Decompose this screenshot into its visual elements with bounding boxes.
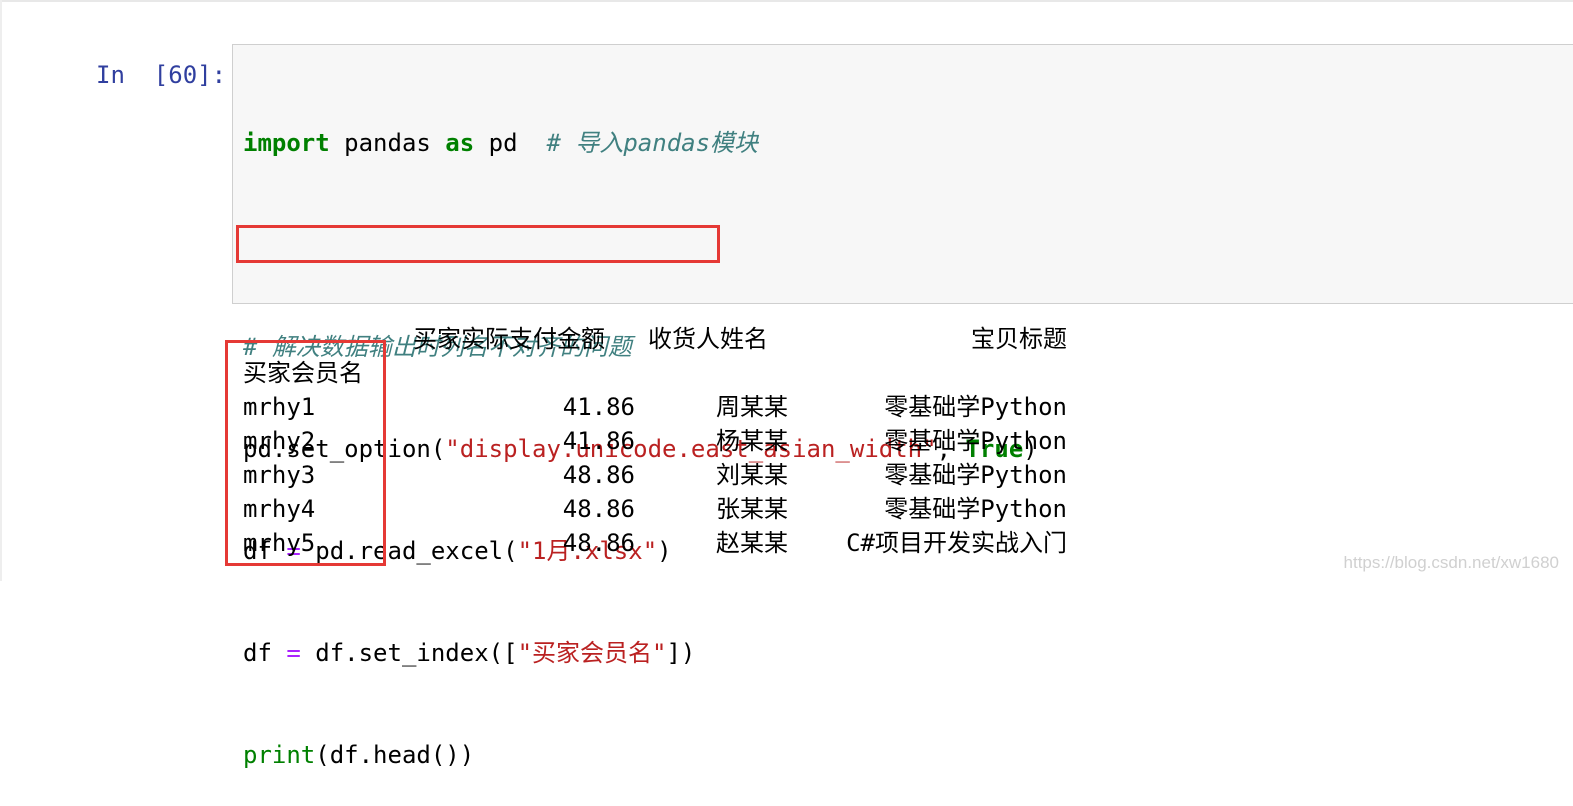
row-amount: 48.86 (413, 526, 635, 560)
head-call: (df.head()) (315, 741, 474, 769)
code-line-1: import pandas as pd # 导入pandas模块 (243, 126, 1038, 160)
df-var: df (243, 639, 286, 667)
page-top-border (0, 0, 1573, 2)
import-comment: # 导入pandas模块 (546, 129, 758, 157)
header-item-title: 宝贝标题 (803, 322, 1067, 356)
code-line-6: df = df.set_index(["买家会员名"]) (243, 636, 1038, 670)
close-bracket-paren: ]) (666, 639, 695, 667)
set-index-call: df.set_index([ (301, 639, 518, 667)
index-column-string: "买家会员名" (518, 639, 667, 667)
print-builtin: print (243, 741, 315, 769)
row-item-title: C#项目开发实战入门 (803, 526, 1067, 560)
page-left-border (0, 0, 2, 581)
set-index-highlight-box (236, 225, 720, 263)
row-amount: 41.86 (413, 390, 635, 424)
module-alias: pd (474, 129, 546, 157)
row-receiver-name: 刘某某 (648, 458, 788, 492)
row-receiver-name: 张某某 (648, 492, 788, 526)
row-receiver-name: 赵某某 (648, 526, 788, 560)
row-amount: 48.86 (413, 458, 635, 492)
index-column-highlight-box (225, 340, 386, 566)
row-amount: 41.86 (413, 424, 635, 458)
row-receiver-name: 周某某 (648, 390, 788, 424)
row-item-title: 零基础学Python (803, 492, 1067, 526)
import-keyword: import (243, 129, 330, 157)
code-line-7: print(df.head()) (243, 738, 1038, 772)
row-amount: 48.86 (413, 492, 635, 526)
as-keyword: as (445, 129, 474, 157)
assign-operator: = (286, 639, 300, 667)
row-item-title: 零基础学Python (803, 458, 1067, 492)
module-name: pandas (330, 129, 446, 157)
header-receiver-name: 收货人姓名 (648, 322, 768, 356)
watermark: https://blog.csdn.net/xw1680 (1344, 553, 1559, 573)
cell-prompt: In [60]: (96, 58, 226, 92)
row-item-title: 零基础学Python (803, 424, 1067, 458)
row-item-title: 零基础学Python (803, 390, 1067, 424)
row-receiver-name: 杨某某 (648, 424, 788, 458)
header-amount: 买家实际支付金额 (413, 322, 605, 356)
